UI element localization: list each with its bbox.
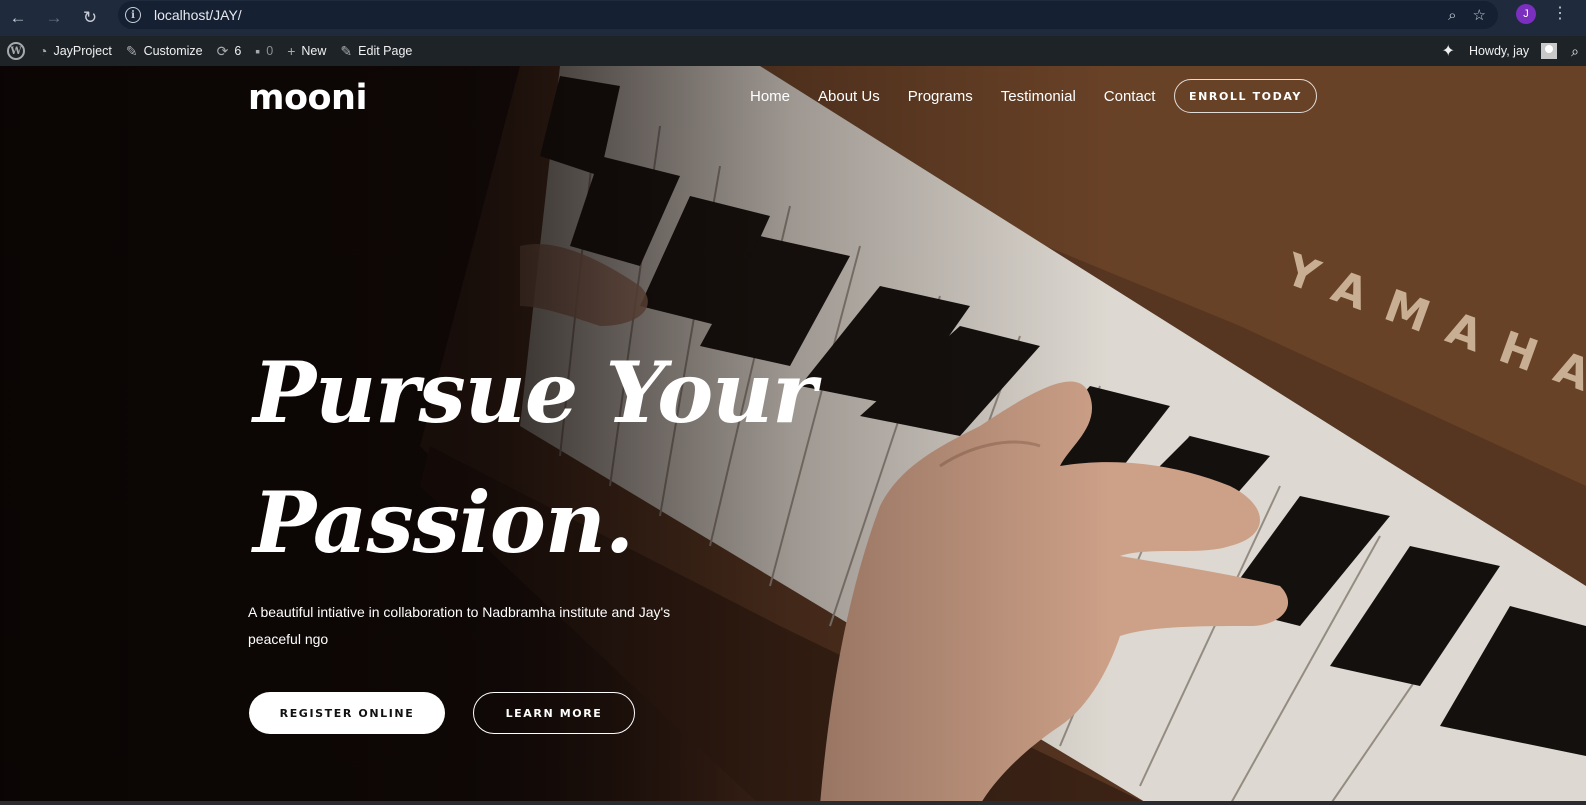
hero-title-line2: Passion. [253,473,634,572]
back-button[interactable]: ← [0,0,36,36]
nav-contact[interactable]: Contact [1104,88,1156,105]
comments-link[interactable]: ▪ 0 [248,36,280,66]
wp-admin-bar: W ◔ JayProject ✎ Customize ⟳ 6 ▪ 0 + New… [0,36,1586,66]
greeting-label: Howdy, jay [1468,44,1530,58]
updates-link[interactable]: ⟳ 6 [210,36,249,66]
search-icon: ⌕ [1571,42,1579,59]
nav-about-us[interactable]: About Us [818,88,880,105]
register-online-button[interactable]: REGISTER ONLINE [249,692,445,734]
forward-button[interactable]: → [36,0,72,36]
ai-assistant-button[interactable]: ✦ [1435,36,1462,66]
wp-logo-menu[interactable]: W [0,36,32,66]
url-text[interactable]: localhost/JAY/ [154,7,242,23]
admin-search-button[interactable]: ⌕ [1564,36,1586,66]
site-name-label: JayProject [53,44,112,58]
customize-link[interactable]: ✎ Customize [119,36,210,66]
sparkle-icon: ✦ [1441,43,1455,60]
nav-home[interactable]: Home [750,88,790,105]
site-logo[interactable]: mooni [248,78,367,118]
dashboard-icon: ◔ [39,43,48,59]
account-menu[interactable]: Howdy, jay [1462,36,1564,66]
arrow-left-icon: ← [9,8,27,27]
page-bottom-edge [0,801,1586,805]
zoom-icon[interactable]: ⌕ [1448,7,1456,24]
new-label: New [301,44,327,58]
comments-count: 0 [266,44,274,58]
main-navigation: Home About Us Programs Testimonial Conta… [750,88,1155,105]
paintbrush-icon: ✎ [125,42,138,59]
edit-page-label: Edit Page [358,44,413,58]
edit-page-link[interactable]: ✎ Edit Page [333,36,419,66]
wordpress-logo-icon: W [7,42,25,60]
nav-testimonial[interactable]: Testimonial [1001,88,1076,105]
browser-menu-icon[interactable]: ⋮ [1552,4,1568,24]
enroll-today-button[interactable]: ENROLL TODAY [1174,79,1317,113]
nav-programs[interactable]: Programs [908,88,973,105]
site-name-menu[interactable]: ◔ JayProject [32,36,119,66]
address-bar[interactable]: i localhost/JAY/ ⌕ ☆ [118,1,1498,29]
info-icon: i [125,7,141,23]
reload-button[interactable]: ↻ [72,0,108,36]
hero-title: Pursue Your Passion. [253,328,873,588]
profile-avatar[interactable]: J [1516,4,1536,24]
hero-title-line1: Pursue Your [253,343,817,442]
customize-label: Customize [143,44,203,58]
pencil-icon: ✎ [340,42,353,59]
comment-icon: ▪ [255,43,261,59]
site-info-button[interactable]: i [118,7,148,23]
reload-icon: ↻ [82,8,98,27]
plus-icon: + [287,43,296,59]
hero-description: A beautiful intiative in collaboration t… [248,604,671,647]
updates-count: 6 [234,44,242,58]
arrow-right-icon: → [45,8,63,27]
browser-toolbar: ← → ↻ i localhost/JAY/ ⌕ ☆ J ⋮ [0,0,1586,36]
updates-icon: ⟳ [216,42,229,59]
hero-section: YAMAHA mooni Home About Us Programs Test… [0,66,1586,805]
bookmark-star-icon[interactable]: ☆ [1473,6,1486,24]
user-avatar [1541,43,1558,59]
learn-more-button[interactable]: LEARN MORE [473,692,635,734]
new-content-menu[interactable]: + New [280,36,333,66]
